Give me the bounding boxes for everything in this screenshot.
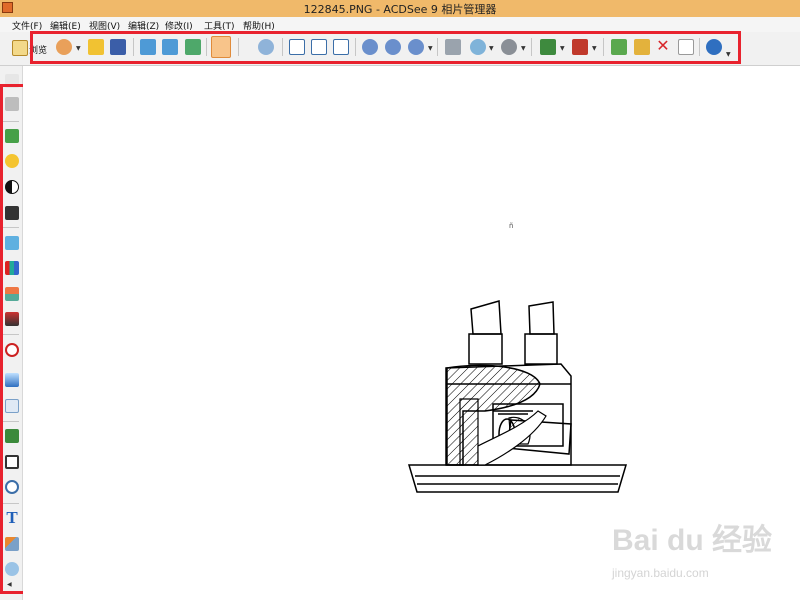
toolbar-highlight <box>30 31 741 64</box>
baidu-watermark: Bai du 经验 <box>612 524 773 557</box>
window-title: 122845.PNG - ACDSee 9 相片管理器 <box>303 3 497 16</box>
browse-icon[interactable] <box>12 40 28 56</box>
baidu-watermark-url: jingyan.baidu.com <box>612 566 709 580</box>
title-bar: 122845.PNG - ACDSee 9 相片管理器 <box>0 0 800 17</box>
menu-bar: 文件(F) 编辑(E) 视图(V) 编辑(Z) 修改(I) 工具(T) 帮助(H… <box>0 17 800 32</box>
